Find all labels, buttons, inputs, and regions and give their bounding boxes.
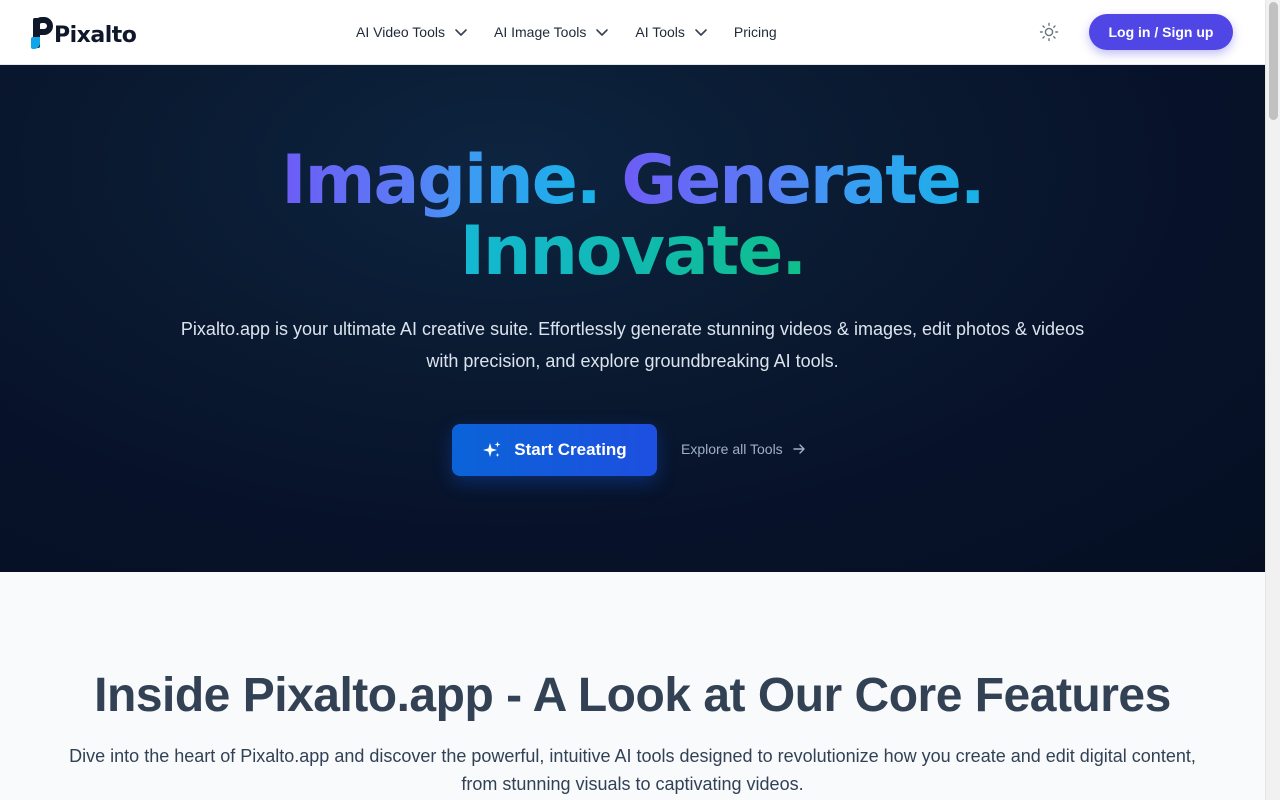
nav-item-ai-video-tools[interactable]: AI Video Tools — [356, 24, 468, 40]
hero-title-imagine: Imagine. — [281, 141, 601, 220]
logo-mark — [31, 15, 53, 49]
scrollbar-thumb[interactable] — [1269, 2, 1278, 120]
chevron-down-icon — [695, 29, 707, 36]
features-description: Dive into the heart of Pixalto.app and d… — [69, 746, 1196, 794]
nav-item-ai-tools[interactable]: AI Tools — [635, 24, 708, 40]
nav-item-label: Pricing — [733, 24, 777, 40]
logo[interactable]: Pixalto — [31, 14, 137, 50]
start-creating-label: Start Creating — [514, 440, 627, 459]
hero-description: Pixalto.app is your ultimate AI creative… — [180, 319, 1085, 371]
vertical-scrollbar[interactable] — [1265, 0, 1280, 800]
start-creating-button[interactable]: Start Creating — [452, 424, 657, 476]
nav-item-ai-image-tools[interactable]: AI Image Tools — [494, 24, 609, 40]
hero-title-generate: Generate. — [621, 141, 985, 220]
logo-text: Pixalto — [54, 22, 137, 48]
features-title: Inside Pixalto.app - A Look at Our Core … — [94, 669, 1171, 722]
nav-item-label: AI Image Tools — [494, 24, 587, 40]
hero-title-innovate: Innovate. — [459, 212, 808, 291]
arrow-right-icon — [792, 444, 805, 454]
main-nav: AI Video Tools AI Image Tools AI Tools P… — [356, 0, 777, 64]
sparkles-icon — [483, 441, 501, 457]
nav-item-label: AI Tools — [635, 24, 685, 40]
hero-title-line-1: Imagine. Generate. — [0, 145, 1265, 217]
nav-item-pricing[interactable]: Pricing — [734, 24, 777, 40]
sun-icon — [1039, 22, 1059, 42]
hero-title-line-2: Innovate. — [0, 216, 1265, 288]
chevron-down-icon — [455, 29, 467, 36]
login-signup-button[interactable]: Log in / Sign up — [1089, 14, 1233, 50]
explore-all-tools-label: Explore all Tools — [681, 441, 783, 457]
site-header: Pixalto AI Video Tools AI Image Tools AI… — [0, 0, 1265, 65]
theme-toggle-button[interactable] — [1036, 19, 1062, 45]
hero-section: Imagine. Generate. Innovate. Pixalto.app… — [0, 65, 1265, 572]
nav-item-label: AI Video Tools — [356, 24, 445, 40]
explore-all-tools-link[interactable]: Explore all Tools — [681, 441, 806, 457]
chevron-down-icon — [596, 29, 609, 36]
